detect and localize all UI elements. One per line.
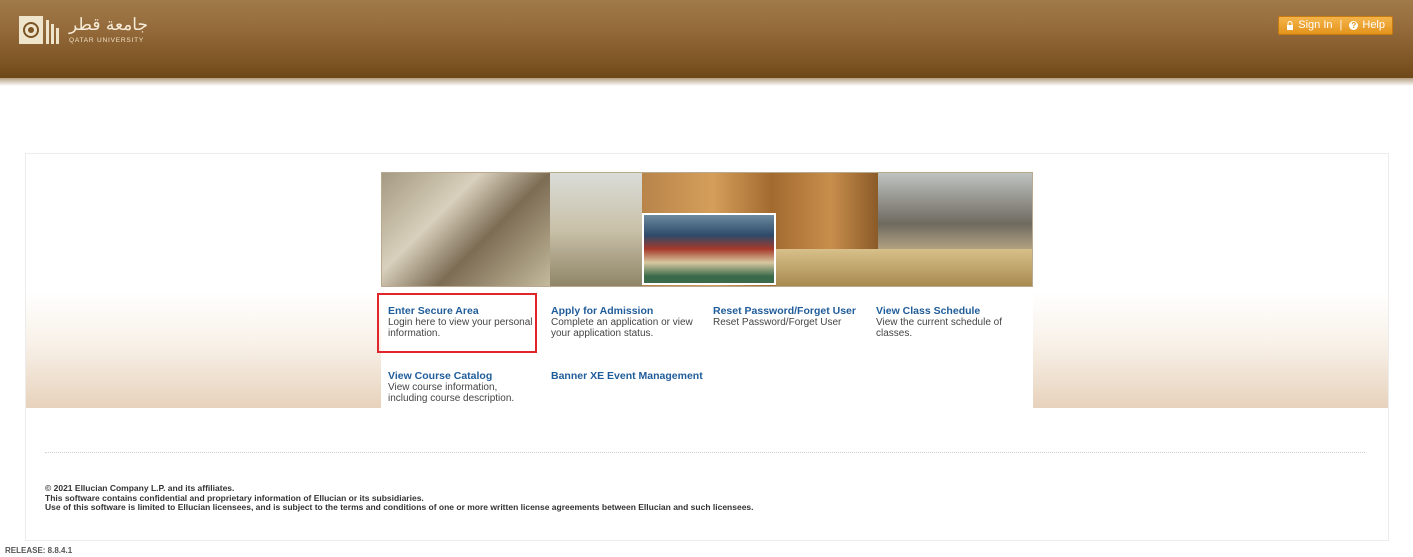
students-photo: [382, 173, 550, 286]
menu-item-description: Complete an application or view your app…: [551, 317, 693, 339]
menu-item-description: View the current schedule of classes.: [876, 317, 1003, 339]
logo-english-text: QATAR UNIVERSITY: [69, 37, 145, 44]
lock-icon: [1287, 21, 1294, 30]
copyright-footer: © 2021 Ellucian Company L.P. and its aff…: [45, 483, 1345, 513]
highlight-box: [377, 293, 537, 353]
menu-item-banner-xe-event-management[interactable]: Banner XE Event Management: [551, 370, 721, 382]
user-nav: Sign In | ? Help: [1278, 16, 1393, 35]
menu-item-view-course-catalog[interactable]: View Course Catalog View course informat…: [388, 370, 538, 404]
classroom-desks-photo: [776, 249, 1032, 286]
license-line: Use of this software is limited to Elluc…: [45, 502, 754, 512]
apply-for-admission-link[interactable]: Apply for Admission: [551, 305, 701, 317]
banner-xe-event-management-link[interactable]: Banner XE Event Management: [551, 370, 721, 382]
qatar-university-logo[interactable]: جامعة قطر QATAR UNIVERSITY: [19, 14, 154, 50]
release-version: RELEASE: 8.8.4.1: [5, 546, 73, 555]
menu-item-apply-for-admission[interactable]: Apply for Admission Complete an applicat…: [551, 305, 701, 339]
menu-item-view-class-schedule[interactable]: View Class Schedule View the current sch…: [876, 305, 1026, 339]
sign-in-link[interactable]: Sign In: [1298, 17, 1332, 34]
help-link[interactable]: Help: [1362, 17, 1385, 34]
campus-photo-banner: [381, 172, 1033, 287]
nav-separator: |: [1339, 19, 1343, 31]
reset-password-link[interactable]: Reset Password/Forget User: [713, 305, 863, 317]
help-icon: ?: [1349, 21, 1359, 30]
menu-item-reset-password[interactable]: Reset Password/Forget User Reset Passwor…: [713, 305, 863, 328]
header-bar: جامعة قطر QATAR UNIVERSITY Sign In | ? H…: [0, 0, 1413, 78]
footer-divider: [45, 452, 1365, 453]
view-class-schedule-link[interactable]: View Class Schedule: [876, 305, 1026, 317]
menu-item-description: View course information, including cours…: [388, 382, 515, 404]
view-course-catalog-link[interactable]: View Course Catalog: [388, 370, 538, 382]
logo-arabic-text: جامعة قطر: [69, 15, 148, 35]
menu-item-description: Reset Password/Forget User: [713, 317, 842, 328]
university-emblem-icon: [19, 16, 59, 44]
building-photo: [550, 173, 642, 286]
books-photo: [642, 213, 776, 285]
header-shadow: [0, 78, 1413, 86]
